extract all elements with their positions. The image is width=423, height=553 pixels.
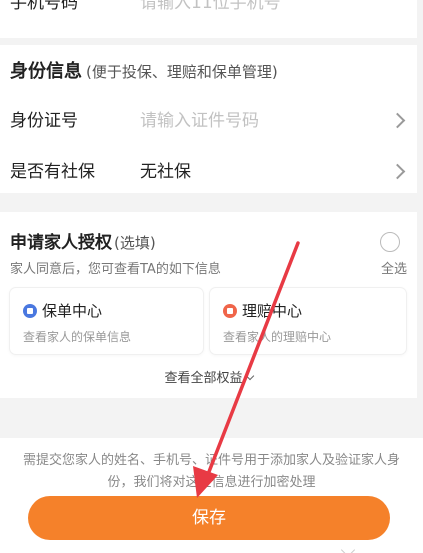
social-security-select[interactable]: 无社保 (140, 157, 191, 182)
benefit-desc: 查看家人的理赔中心 (223, 330, 332, 344)
chevron-right-icon[interactable] (389, 112, 406, 129)
phone-card: 手机号码 请输入11位手机号 (0, 0, 417, 38)
id-number-label: 身份证号 (10, 111, 78, 131)
select-all-label[interactable]: 全选 (381, 258, 407, 277)
view-all-benefits-link[interactable]: 查看全部权益 (0, 367, 417, 386)
footer: 需提交您家人的姓名、手机号、证件号用于添加家人及验证家人身份，我们将对这些信息进… (0, 438, 423, 553)
phone-label: 手机号码 (10, 0, 78, 13)
identity-title-text: 身份信息 (10, 61, 82, 82)
id-number-input[interactable]: 请输入证件号码 (140, 106, 259, 131)
save-button[interactable]: 保存 (28, 496, 390, 540)
authorization-title-text: 申请家人授权 (10, 233, 112, 253)
identity-title: 身份信息 (便于投保、理赔和保单管理) (10, 57, 278, 83)
authorization-section: 申请家人授权 (选填) 家人同意后，您可查看TA的如下信息 全选 保单中心 查看家… (0, 212, 417, 398)
benefit-name: 理赔中心 (242, 302, 303, 320)
authorization-optional: (选填) (114, 234, 156, 252)
social-security-label: 是否有社保 (10, 162, 95, 182)
identity-section: 身份信息 (便于投保、理赔和保单管理) 身份证号 请输入证件号码 是否有社保 无社… (0, 45, 417, 193)
phone-input[interactable]: 请输入11位手机号 (140, 0, 281, 13)
view-all-label: 查看全部权益 (164, 371, 243, 386)
chevron-down-icon (245, 371, 254, 381)
privacy-notice: 需提交您家人的姓名、手机号、证件号用于添加家人及验证家人身份，我们将对这些信息进… (22, 453, 400, 490)
authorization-title: 申请家人授权 (选填) (10, 228, 156, 253)
chevron-right-icon[interactable] (389, 163, 406, 180)
identity-subtitle: (便于投保、理赔和保单管理) (86, 63, 278, 81)
benefit-name: 保单中心 (42, 302, 103, 320)
chevron-down-icon (340, 542, 356, 553)
claim-icon (223, 304, 237, 318)
benefit-card-claim[interactable]: 理赔中心 查看家人的理赔中心 (210, 288, 406, 354)
select-all-checkbox[interactable] (380, 232, 400, 252)
benefit-desc: 查看家人的保单信息 (23, 330, 132, 344)
policy-icon (23, 304, 37, 318)
benefit-card-policy[interactable]: 保单中心 查看家人的保单信息 (10, 288, 203, 354)
authorization-description: 家人同意后，您可查看TA的如下信息 (10, 262, 221, 277)
add-family-member-page: 手机号码 请输入11位手机号 身份信息 (便于投保、理赔和保单管理) 身份证号 请… (0, 0, 423, 553)
